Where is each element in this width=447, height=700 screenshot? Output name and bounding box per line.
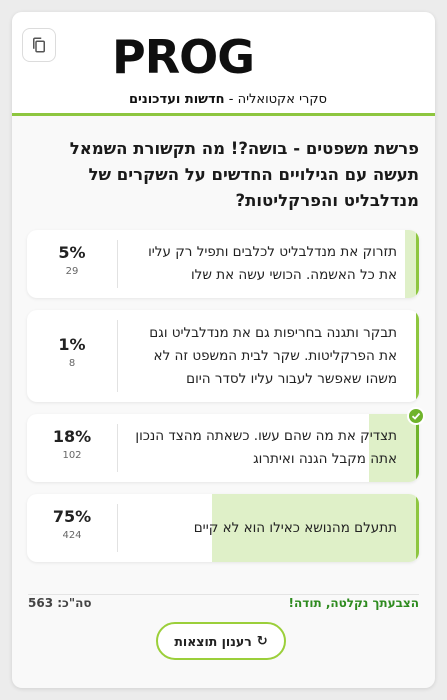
footer-divider xyxy=(28,594,419,595)
answer-result-bar xyxy=(405,230,419,298)
copy-icon xyxy=(33,37,45,53)
selected-check-icon xyxy=(407,407,425,425)
answer-vote-count: 102 xyxy=(62,450,82,461)
copy-button[interactable] xyxy=(22,28,56,62)
tagline-main: חדשות ועדכונים xyxy=(128,92,225,107)
answer-option[interactable]: תתעלם מהנושא כאילו הוא לא קיים 75% 424 xyxy=(27,494,419,562)
answer-divider xyxy=(117,424,118,472)
answer-percent: 5% xyxy=(58,243,86,262)
answer-vote-count: 8 xyxy=(68,358,76,369)
vote-thanks: הצבעתך נקלטה, תודה! xyxy=(288,596,419,610)
total-label: סה"כ: xyxy=(57,596,92,610)
answer-option[interactable]: תבקר ותגנה בחריפות גם את מנדלבליט וגם את… xyxy=(27,310,419,402)
answer-text: תתעלם מהנושא כאילו הוא לא קיים xyxy=(193,519,397,536)
refresh-icon: ↻ xyxy=(256,633,268,649)
logo-tagline: סקרי אקטואליה - חדשות ועדכונים xyxy=(112,92,327,107)
answer-divider xyxy=(117,320,118,392)
answer-percent: 75% xyxy=(52,507,92,526)
total-votes: סה"כ: 563 xyxy=(28,596,92,610)
poll-card: PROG סקרי אקטואליה - חדשות ועדכונים פרשת… xyxy=(12,12,435,688)
tagline-prefix: סקרי אקטואליה xyxy=(237,92,327,107)
answer-vote-count: 29 xyxy=(65,266,79,277)
logo-wordmark: PROG xyxy=(112,30,255,84)
prog-logo: PROG סקרי אקטואליה - חדשות ועדכונים xyxy=(112,30,327,107)
answer-divider xyxy=(117,504,118,552)
answer-percent: 1% xyxy=(58,335,86,354)
answer-vote-count: 424 xyxy=(62,530,82,541)
answer-result-bar xyxy=(416,310,419,402)
answer-text: תזרוק את מנדלבליט לכלבים ותפיל רק עליו א… xyxy=(148,244,397,283)
refresh-results-button[interactable]: ↻ רענון תוצאות xyxy=(156,622,286,660)
answer-percent: 18% xyxy=(52,427,92,446)
tagline-separator: - xyxy=(224,92,238,107)
answer-divider xyxy=(117,240,118,288)
total-value: 563 xyxy=(28,596,54,610)
answer-text: תבקר ותגנה בחריפות גם את מנדלבליט וגם את… xyxy=(149,324,397,387)
answer-option[interactable]: תזרוק את מנדלבליט לכלבים ותפיל רק עליו א… xyxy=(27,230,419,298)
poll-question: פרשת משפטים - בושה?! מה תקשורת השמאל תעש… xyxy=(69,139,419,210)
poll-header: PROG סקרי אקטואליה - חדשות ועדכונים xyxy=(12,12,435,116)
answer-text: תצדיק את מה שהם עשו. כשאתה מהצד הנכון את… xyxy=(135,428,397,467)
refresh-label: רענון תוצאות xyxy=(174,633,252,649)
answer-option[interactable]: תצדיק את מה שהם עשו. כשאתה מהצד הנכון את… xyxy=(27,414,419,482)
